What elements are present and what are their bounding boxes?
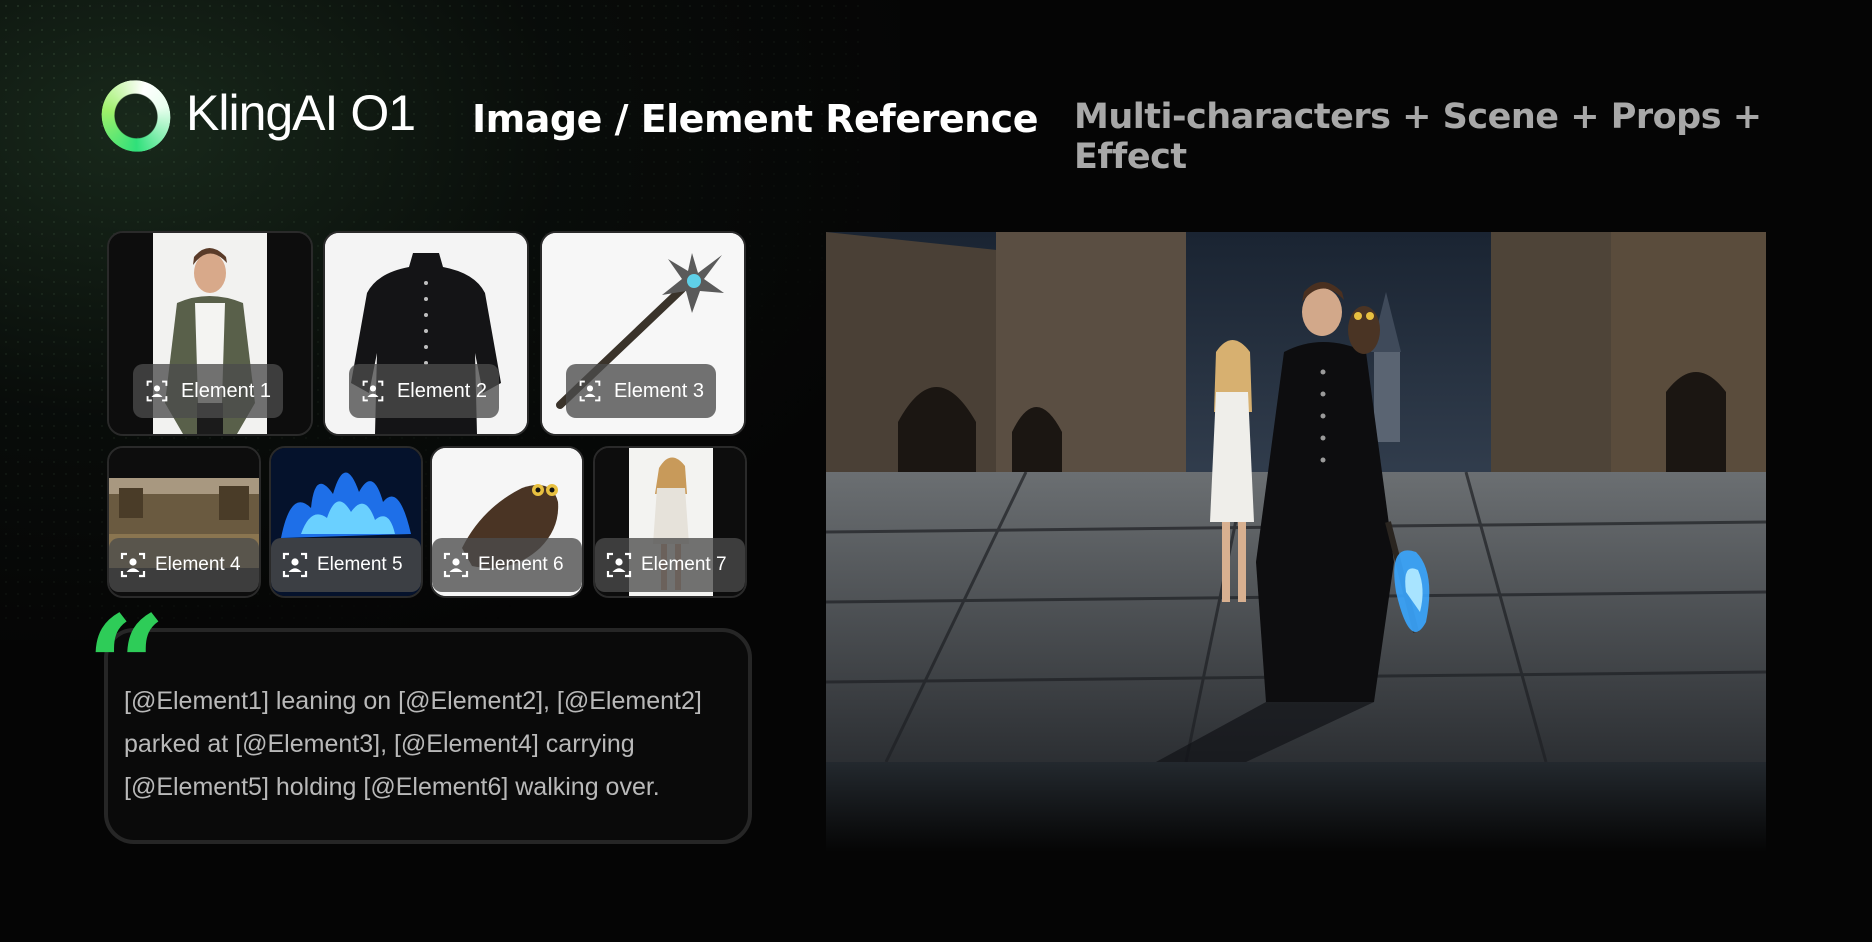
element-6-chip: Element 6 <box>432 538 582 592</box>
element-card-7[interactable]: Element 7 <box>593 446 747 598</box>
element-7-label: Element 7 <box>641 554 727 575</box>
person-frame-icon <box>606 552 632 578</box>
scene-reflection <box>826 762 1766 852</box>
element-1-chip: Element 1 <box>133 364 283 418</box>
page-headline: Image / Element Reference <box>472 97 1038 141</box>
element-3-label: Element 3 <box>613 379 704 402</box>
element-2-chip: Element 2 <box>349 364 499 418</box>
element-5-chip: Element 5 <box>271 538 421 592</box>
person-frame-icon <box>579 380 601 402</box>
element-card-3[interactable]: Element 3 <box>540 231 746 436</box>
generated-scene-image <box>826 232 1766 762</box>
element-card-1[interactable]: Element 1 <box>107 231 313 436</box>
element-5-label: Element 5 <box>317 554 403 575</box>
person-frame-icon <box>146 380 168 402</box>
element-4-label: Element 4 <box>155 554 241 575</box>
element-card-6[interactable]: Element 6 <box>430 446 584 598</box>
element-2-label: Element 2 <box>396 379 487 402</box>
element-1-label: Element 1 <box>180 379 271 402</box>
element-4-chip: Element 4 <box>109 538 259 592</box>
element-3-chip: Element 3 <box>566 364 716 418</box>
element-6-label: Element 6 <box>478 554 564 575</box>
person-frame-icon <box>120 552 146 578</box>
prompt-text: [@Element1] leaning on [@Element2], [@El… <box>124 687 702 801</box>
brand-title: KlingAI O1 <box>186 85 416 141</box>
element-card-4[interactable]: Element 4 <box>107 446 261 598</box>
person-frame-icon <box>282 552 308 578</box>
element-7-chip: Element 7 <box>595 538 745 592</box>
person-frame-icon <box>362 380 384 402</box>
person-frame-icon <box>443 552 469 578</box>
page-subline: Multi-characters + Scene + Props + Effec… <box>1074 97 1762 177</box>
element-card-5[interactable]: Element 5 <box>269 446 423 598</box>
element-card-2[interactable]: Element 2 <box>323 231 529 436</box>
